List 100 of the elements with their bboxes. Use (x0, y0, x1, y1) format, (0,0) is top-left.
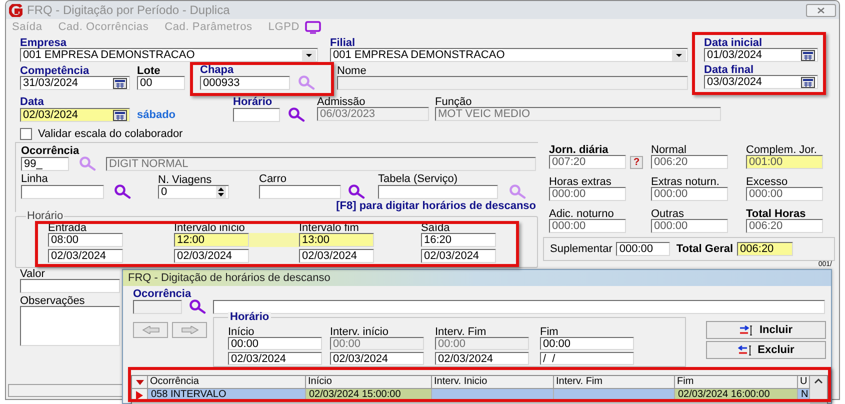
table-cell-text: 058 INTERVALO (150, 389, 228, 401)
text-field[interactable]: 12:00 (174, 233, 249, 247)
text-area[interactable] (20, 306, 120, 346)
field-label: Valor (20, 269, 45, 279)
dropdown[interactable]: 001 EMPRESA DEMONSTRACAO (330, 48, 688, 62)
text-field[interactable]: 00 (137, 76, 185, 90)
field-label: Carro (259, 174, 287, 184)
field-label: Empresa (20, 38, 66, 48)
text-field[interactable]: 01/03/2024 (704, 48, 818, 62)
field-label: Tabela (Serviço) (378, 174, 458, 184)
field-label: Data inicial (704, 38, 762, 48)
field-label: Lote (137, 66, 160, 76)
total-field: 000:00 (549, 219, 626, 233)
text-field[interactable] (259, 184, 341, 198)
field-label: Ocorrência (21, 146, 80, 156)
field-label: Nome (337, 66, 366, 76)
search-icon[interactable] (348, 184, 365, 199)
search-icon[interactable] (189, 299, 206, 314)
text-field[interactable] (233, 108, 280, 122)
text-field[interactable] (378, 184, 498, 198)
text-field[interactable]: 02/03/2024 (228, 352, 322, 365)
window-title: FRQ - Digitação por Período - Duplica (27, 2, 230, 19)
app-logo-icon (9, 4, 23, 16)
sort-indicator-icon (136, 380, 144, 384)
field-label: Início (228, 327, 254, 337)
text-field[interactable]: 02/03/2024 (330, 352, 424, 365)
field-label: Entrada (48, 223, 87, 233)
field-label: Adic. noturno (549, 209, 614, 219)
table-cell-text: N (800, 389, 809, 401)
calendar-icon[interactable] (113, 110, 127, 121)
text-field[interactable]: 99_ (21, 156, 69, 170)
text-field[interactable]: 31/03/2024 (20, 76, 130, 90)
search-icon[interactable] (114, 184, 131, 199)
field-label: Função (435, 97, 472, 107)
close-icon[interactable] (817, 6, 825, 14)
action-button[interactable]: Excluir (706, 341, 826, 359)
dropdown[interactable]: 001 EMPRESA DEMONSTRACAO (20, 48, 318, 62)
spinner-arrows-icon[interactable] (216, 186, 226, 198)
text-field[interactable]: 00:00 (540, 337, 634, 350)
text-field[interactable]: 00:00 (228, 337, 322, 350)
text-field[interactable] (213, 300, 825, 314)
close-button[interactable] (806, 4, 836, 16)
text-field[interactable]: 02/03/2024 (174, 249, 249, 263)
text-field[interactable]: 02/03/2024 (48, 249, 123, 263)
text-field[interactable] (20, 279, 120, 293)
field-label: N. Viagens (158, 175, 212, 185)
field-label: Linha (21, 174, 48, 184)
field-label: Data final (704, 65, 754, 75)
action-button[interactable]: Incluir (706, 321, 826, 339)
search-icon[interactable] (288, 107, 305, 122)
text-field[interactable]: 000933 (200, 76, 290, 90)
text-field[interactable]: 02/03/2024 (20, 108, 130, 122)
text-field[interactable]: 16:20 (421, 233, 496, 247)
remove-row-icon (738, 344, 754, 356)
row-pointer-icon (136, 390, 143, 400)
field-label: Chapa (200, 65, 234, 75)
field-label: Horário (233, 97, 272, 107)
total-field: 000:00 (549, 187, 626, 201)
field-label: Observações (20, 296, 85, 306)
field-label: Interv. início (330, 327, 388, 337)
checkbox[interactable] (20, 128, 32, 140)
field-label: Total Geral (676, 242, 734, 257)
group-title: Horário (26, 211, 64, 221)
text-field[interactable]: 02/03/2024 (421, 249, 496, 263)
calendar-icon[interactable] (113, 78, 127, 88)
calendar-icon[interactable] (801, 50, 815, 60)
field-label: Admissão (317, 97, 366, 107)
text-field[interactable]: / / (540, 352, 634, 365)
dialog-title: FRQ - Digitação de horários de descanso (128, 270, 330, 286)
field-label: Interv. Fim (435, 327, 486, 337)
number-spinner[interactable]: 0 (158, 185, 229, 199)
field-label: Normal (651, 145, 686, 155)
field-label: Complem. Jor. (746, 145, 817, 155)
total-field: 006:20 (746, 219, 823, 233)
scroll-up-icon[interactable] (814, 378, 823, 384)
text-field[interactable]: 03/03/2024 (704, 75, 818, 89)
text-field[interactable]: 13:00 (299, 233, 374, 247)
text-field[interactable]: 000:00 (616, 242, 670, 256)
field-label: Jorn. diária (549, 145, 608, 155)
field-label: Outras (651, 209, 684, 219)
help-button[interactable]: ? (630, 156, 643, 168)
text-field[interactable]: 02/03/2024 (435, 352, 529, 365)
field-label: Fim (540, 327, 558, 337)
total-field: 007:20 (549, 155, 626, 169)
total-field: 000:00 (746, 187, 823, 201)
field-label: Excesso (746, 177, 788, 187)
text-field[interactable]: 02/03/2024 (299, 249, 374, 263)
field-label: Saída (421, 223, 450, 233)
calendar-icon[interactable] (801, 76, 815, 88)
field-label: Filial (330, 38, 356, 48)
text-field[interactable]: 006:20 (737, 242, 794, 256)
total-field: 000:00 (651, 219, 728, 233)
text-field[interactable] (21, 184, 104, 198)
monitor-icon[interactable] (305, 21, 322, 34)
field-label: Total Horas (746, 209, 806, 219)
field-label: Ocorrência (133, 289, 192, 299)
field-label: Data (20, 97, 44, 107)
hint-text: [F8] para digitar horários de descanso (336, 200, 536, 212)
field-label: Competência (20, 66, 90, 76)
text-field[interactable]: 08:00 (48, 233, 123, 247)
